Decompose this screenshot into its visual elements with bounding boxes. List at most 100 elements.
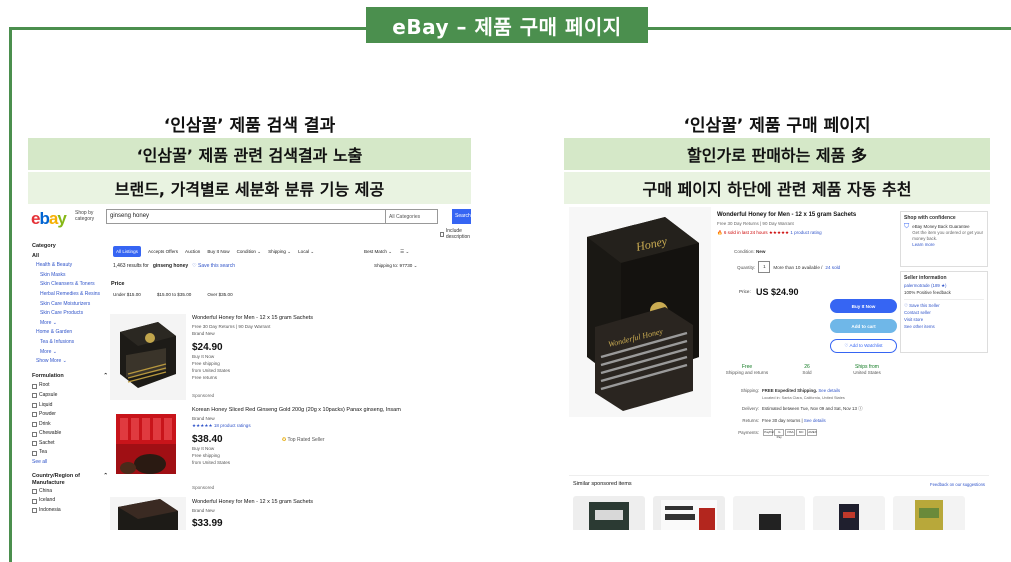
shop-by-category[interactable]: Shop by category <box>75 210 103 222</box>
item-ratings[interactable]: ★★★★★ 18 product ratings <box>192 423 251 430</box>
quantity-input[interactable]: 1 <box>758 261 771 273</box>
save-seller-link[interactable]: ♡ Save this Seller <box>904 302 984 309</box>
contact-seller-link[interactable]: Contact seller <box>904 309 984 316</box>
filter-option[interactable]: Powder <box>32 410 108 420</box>
gpay-icon: G Pay <box>774 429 785 439</box>
checkbox[interactable] <box>32 498 37 504</box>
similar-item-thumbnail[interactable] <box>653 496 725 530</box>
country-heading[interactable]: Country/Region of Manufacture ⌃ <box>32 473 108 487</box>
item-title[interactable]: Wonderful Honey for Men - 12 x 15 gram S… <box>192 499 432 505</box>
checkbox[interactable] <box>32 450 37 456</box>
price-range-option[interactable]: $15.00 to $35.00 <box>157 292 192 297</box>
ship-to[interactable]: Shipping to: 97730 ⌄ <box>374 263 417 269</box>
sold-count-link[interactable]: 24 sold <box>825 265 840 270</box>
condition-dropdown[interactable]: Condition ⌄ <box>237 249 262 255</box>
shipping-dropdown[interactable]: Shipping ⌄ <box>268 249 291 255</box>
seller-information: Seller information palermotrade (189 ★) … <box>900 271 988 353</box>
filter-option[interactable]: Capsule <box>32 391 108 401</box>
price-range-option[interactable]: Over $35.00 <box>207 292 232 297</box>
item-title[interactable]: Wonderful Honey for Men - 12 x 15 gram S… <box>192 315 432 321</box>
show-more-link[interactable]: Show More ⌄ <box>32 357 108 367</box>
checkbox[interactable] <box>32 488 37 494</box>
checkbox[interactable] <box>32 393 37 399</box>
more-link[interactable]: More ⌄ <box>32 319 108 329</box>
product-thumbnail[interactable] <box>110 314 186 400</box>
similar-item-thumbnail[interactable] <box>573 496 645 530</box>
filter-option[interactable]: Drink <box>32 420 108 430</box>
list-item[interactable]: Wonderful Honey for Men - 12 x 15 gram S… <box>110 314 470 406</box>
tab-accepts-offers[interactable]: Accepts Offers <box>148 249 178 254</box>
category-health-beauty[interactable]: Health & Beauty <box>32 261 108 271</box>
tab-auction[interactable]: Auction <box>185 249 200 254</box>
info-icon[interactable]: ⓘ <box>858 406 862 411</box>
search-button[interactable]: Search <box>452 209 471 224</box>
sold-text: 🔥 6 sold in last 24 hours ★★★★★ <box>717 230 790 235</box>
shipping-details-link[interactable]: See details <box>818 388 840 393</box>
product-thumbnail[interactable] <box>110 406 186 486</box>
add-to-cart-button[interactable]: Add to cart <box>830 319 897 333</box>
formulation-heading[interactable]: Formulation ⌃ <box>32 372 108 382</box>
similar-item-thumbnail[interactable] <box>733 496 805 530</box>
filter-option[interactable]: Chewable <box>32 429 108 439</box>
condition-label: Condition: <box>734 249 755 254</box>
include-description[interactable]: Include description <box>440 228 471 240</box>
category-item[interactable]: Skin Masks <box>32 271 108 281</box>
rating-link[interactable]: 1 product rating <box>790 230 821 235</box>
checkbox[interactable] <box>32 383 37 389</box>
buy-it-now-button[interactable]: Buy It Now <box>830 299 897 313</box>
product-main-image[interactable]: Honey Wonderful Honey <box>569 207 711 417</box>
filter-option[interactable]: China <box>32 487 108 497</box>
similar-item-thumbnail[interactable] <box>813 496 885 530</box>
quantity-label: Quantity: <box>737 264 756 270</box>
filter-option[interactable]: Sachet <box>32 439 108 449</box>
filter-option[interactable]: Liquid <box>32 401 108 411</box>
category-home-garden[interactable]: Home & Garden <box>32 328 108 338</box>
checkbox[interactable] <box>32 402 37 408</box>
more-link[interactable]: More ⌄ <box>32 348 108 358</box>
category-item[interactable]: Skin Cleansers & Toners <box>32 280 108 290</box>
tab-buy-it-now[interactable]: Buy It Now <box>207 249 229 254</box>
sort-dropdown[interactable]: Best Match ⌄ <box>364 249 392 255</box>
item-price: $33.99 <box>192 518 223 529</box>
filter-option[interactable]: Indonesia <box>32 506 108 516</box>
category-item[interactable]: Tea & Infusions <box>32 338 108 348</box>
checkbox[interactable] <box>32 412 37 418</box>
item-title[interactable]: Korean Honey Sliced Red Ginseng Gold 200… <box>192 407 432 413</box>
checkbox[interactable] <box>32 421 37 427</box>
category-item[interactable]: Skin Care Products <box>32 309 108 319</box>
checkbox[interactable] <box>32 441 37 447</box>
see-all-link[interactable]: See all <box>32 458 108 468</box>
save-search-link[interactable]: ♡ Save this search <box>192 263 235 269</box>
other-items-link[interactable]: See other items <box>904 323 984 330</box>
category-all[interactable]: All <box>32 252 108 262</box>
list-item[interactable]: Korean Honey Sliced Red Ginseng Gold 200… <box>110 406 470 494</box>
view-toggle[interactable]: ☰ ⌄ <box>400 249 409 255</box>
country-label: Country/Region of Manufacture <box>32 472 80 486</box>
filter-label: China <box>39 487 53 494</box>
category-item[interactable]: Herbal Remedies & Resins <box>32 290 108 300</box>
add-to-watchlist-button[interactable]: ♡ Add to Watchlist <box>830 339 897 353</box>
price-range-option[interactable]: Under $15.00 <box>113 292 141 297</box>
include-description-label: Include description <box>445 228 471 240</box>
filter-option[interactable]: Root <box>32 381 108 391</box>
category-select[interactable]: All Categories <box>386 209 438 224</box>
feedback-link[interactable]: Feedback on our suggestions <box>930 482 985 487</box>
learn-more-link[interactable]: Learn more <box>912 242 984 248</box>
filter-option[interactable]: Iceland <box>32 496 108 506</box>
list-item[interactable]: Wonderful Honey for Men - 12 x 15 gram S… <box>110 495 470 530</box>
returns-details-link[interactable]: See details <box>804 418 826 423</box>
ebay-logo[interactable]: ebay <box>31 209 67 229</box>
search-input[interactable]: ginseng honey <box>106 209 386 224</box>
logo-letter: y <box>57 209 67 228</box>
checkbox[interactable] <box>32 508 37 514</box>
tab-all-listings[interactable]: All Listings <box>113 246 141 257</box>
filter-option[interactable]: Tea <box>32 448 108 458</box>
checkbox[interactable] <box>440 231 444 237</box>
checkbox[interactable] <box>32 431 37 437</box>
similar-item-thumbnail[interactable] <box>893 496 965 530</box>
category-item[interactable]: Skin Care Moisturizers <box>32 300 108 310</box>
visit-store-link[interactable]: Visit store <box>904 316 984 323</box>
product-thumbnail[interactable] <box>110 497 186 530</box>
local-dropdown[interactable]: Local ⌄ <box>298 249 314 255</box>
seller-name-link[interactable]: palermotrade (189 ★) <box>904 282 984 289</box>
